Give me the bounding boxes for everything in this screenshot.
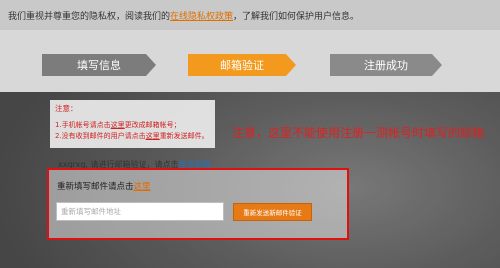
notice-line-2-text: 2.没有收到邮件的用户请点击 [55,132,146,140]
email-input[interactable] [56,202,224,221]
notice-line-2: 2.没有收到邮件的用户请点击这里重新发送邮件。 [55,131,210,142]
progress-steps: 填写信息 邮箱验证 注册成功 [0,30,500,92]
notice-line-1: 1.手机帐号请点击这里更改成邮箱帐号； [55,120,210,131]
notice-title: 注意： [55,104,78,113]
resend-label: 重新填写邮件请点击这里 [57,180,151,192]
privacy-bar: 我们重视并尊重您的隐私权，阅读我们的 在线隐私权政策 ，了解我们如何保护用户信息… [0,0,500,30]
privacy-prefix: 我们重视并尊重您的隐私权，阅读我们的 [8,11,171,22]
notice-line-1-text: 手机帐号请点击 [61,121,111,129]
privacy-policy-link[interactable]: 在线隐私权政策 [170,9,233,22]
step-email-verify: 邮箱验证 [188,54,296,76]
step-fill-info: 填写信息 [42,54,156,76]
notice-line-2-tail: 重新发送邮件。 [159,132,209,140]
change-account-link[interactable]: 这里 [111,121,125,129]
resend-mail-link[interactable]: 这里 [146,132,160,140]
annotation-text: 注意，这里不能使用注册一测帐号时填写的邮箱 [232,126,485,140]
privacy-suffix: ，了解我们如何保护用户信息。 [233,11,360,22]
step-register-success: 注册成功 [330,54,442,76]
resend-here-link[interactable]: 这里 [134,182,151,192]
resend-label-text: 重新填写邮件请点击 [57,182,134,192]
resend-button[interactable]: 重新发送新邮件验证 [233,203,312,221]
notice-box: 注意： 1.手机帐号请点击这里更改成邮箱帐号； 2.没有收到邮件的用户请点击这里… [50,100,215,148]
notice-line-1-tail: 更改成邮箱帐号； [124,121,181,129]
notice-line-1-num: 1. [55,121,62,129]
